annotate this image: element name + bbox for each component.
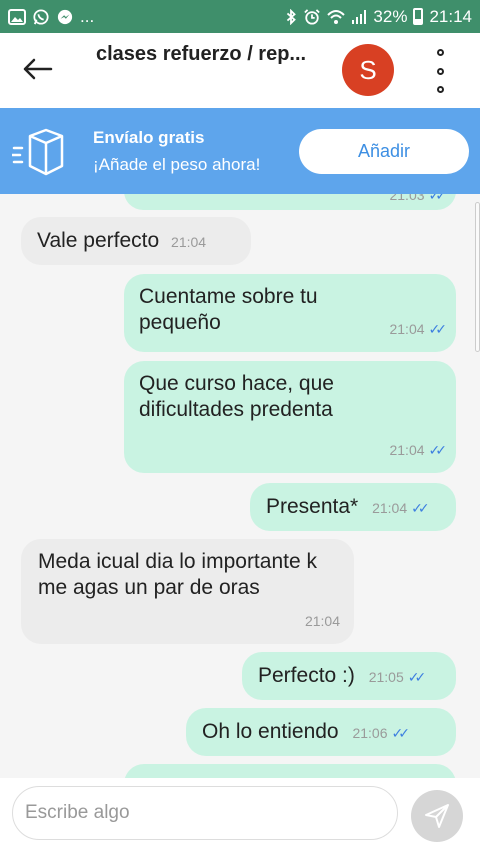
message-outgoing[interactable]: 21:03 ✓✓ [124, 194, 456, 210]
wifi-icon [327, 9, 346, 24]
message-text: Cuentame sobre tu pequeño [139, 285, 318, 334]
message-text: Oh lo entiendo [202, 720, 339, 743]
send-button[interactable] [411, 790, 463, 842]
more-notifications: ... [80, 6, 95, 26]
signal-icon [352, 9, 367, 24]
double-check-icon: ✓✓ [428, 442, 448, 458]
back-arrow-icon[interactable] [20, 51, 56, 87]
double-check-icon: ✓✓ [407, 669, 427, 685]
more-vert-icon[interactable] [428, 49, 452, 93]
message-time: 21:04 [389, 321, 425, 337]
package-icon [12, 128, 64, 176]
message-text: Perfecto :) [258, 664, 355, 687]
whatsapp-icon [33, 8, 49, 25]
message-outgoing[interactable]: Cuentame sobre tu pequeño 21:04 ✓✓ [124, 274, 456, 352]
chat-header: clases refuerzo / rep... S [0, 33, 480, 108]
message-incoming[interactable]: Meda icual dia lo importante k me agas u… [21, 539, 354, 644]
double-check-icon: ✓✓ [411, 500, 430, 516]
clock: 21:14 [429, 6, 472, 26]
send-icon [425, 804, 449, 828]
message-incoming[interactable]: Vale perfecto 21:04 [21, 217, 251, 265]
alarm-icon [304, 8, 321, 25]
battery-icon [413, 8, 424, 25]
status-bar-system: 32% 21:14 [285, 7, 472, 27]
message-outgoing[interactable]: Presenta* 21:04 ✓✓ [250, 483, 456, 531]
status-bar: ... 32% 21:14 [0, 0, 480, 33]
message-time: 21:03 [389, 194, 425, 203]
gallery-icon [8, 8, 26, 25]
bluetooth-icon [287, 8, 297, 25]
double-check-icon: ✓✓ [391, 725, 411, 741]
message-outgoing[interactable]: Oh lo entiendo 21:06 ✓✓ [186, 708, 456, 756]
banner-title: Envíalo gratis [93, 128, 205, 147]
banner-subtitle: ¡Añade el peso ahora! [93, 155, 261, 174]
message-time: 21:05 [368, 669, 404, 685]
message-time: 21:06 [352, 725, 388, 741]
message-text: Que curso hace, que dificultades predent… [139, 372, 334, 421]
message-time: 21:04 [304, 613, 340, 629]
double-check-icon: ✓✓ [428, 194, 448, 203]
message-text: Vale perfecto [37, 229, 160, 252]
message-input[interactable]: Escribe algo [12, 786, 398, 840]
scrollbar[interactable] [475, 202, 480, 352]
double-check-icon: ✓✓ [428, 321, 448, 337]
battery-percent: 32% [373, 6, 408, 26]
shipping-banner: Envíalo gratis ¡Añade el peso ahora! Aña… [0, 108, 480, 194]
message-outgoing[interactable] [124, 764, 456, 778]
status-bar-notifications: ... [8, 7, 94, 27]
avatar[interactable]: S [342, 44, 394, 96]
message-outgoing[interactable]: Que curso hace, que dificultades predent… [124, 361, 456, 473]
message-time: 21:04 [171, 234, 207, 250]
message-time: 21:04 [389, 442, 425, 458]
message-list[interactable]: 21:03 ✓✓ Vale perfecto 21:04 Cuentame sob… [0, 194, 480, 778]
message-text: Presenta* [266, 495, 359, 518]
messenger-icon [57, 9, 73, 24]
message-text: Meda icual dia lo importante k me agas u… [38, 550, 317, 599]
add-weight-button[interactable]: Añadir [299, 129, 469, 174]
composer: Escribe algo [0, 778, 480, 853]
message-time: 21:04 [372, 500, 408, 516]
message-outgoing[interactable]: Perfecto :) 21:05 ✓✓ [242, 652, 456, 700]
chat-title[interactable]: clases refuerzo / rep... [96, 43, 306, 66]
